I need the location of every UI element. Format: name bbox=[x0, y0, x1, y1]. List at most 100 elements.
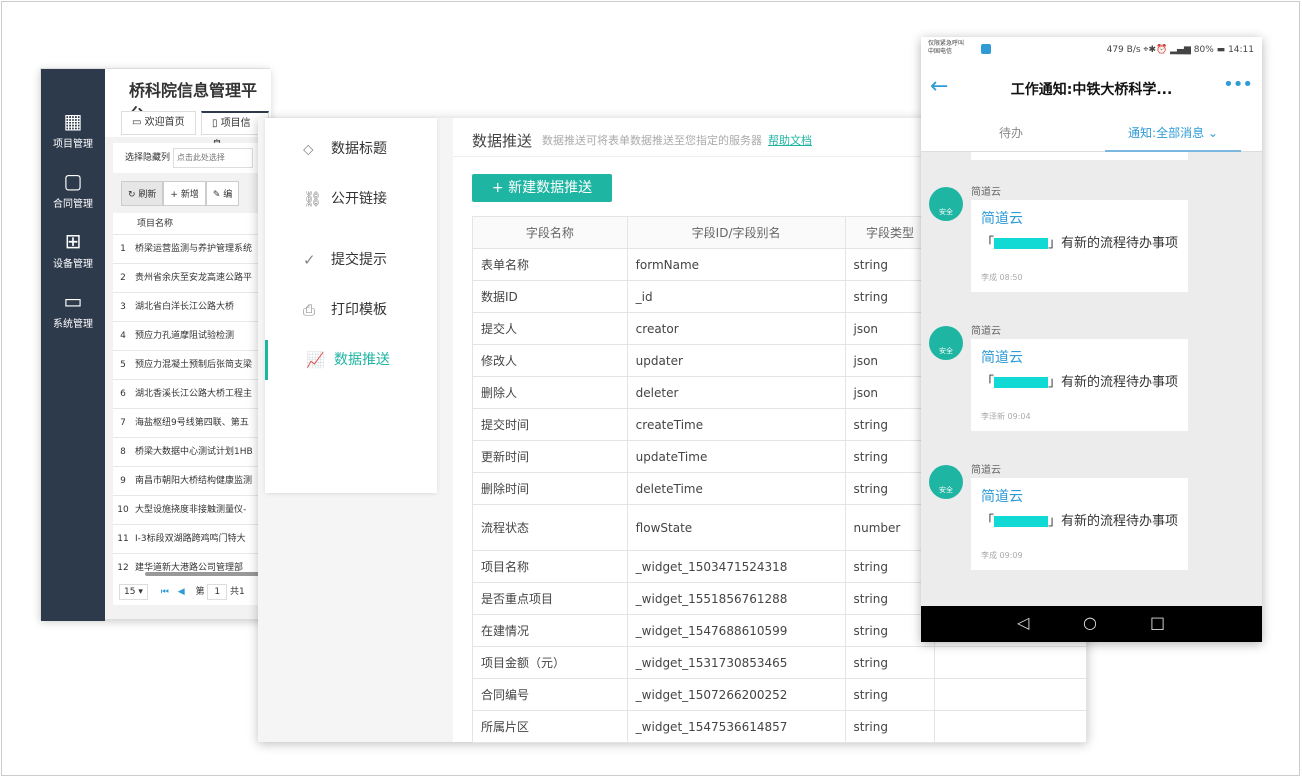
project-name: 贵州省余庆至安龙高速公路平 bbox=[135, 273, 253, 283]
field-id: updater bbox=[626, 344, 846, 377]
table-row[interactable]: 2 贵州省余庆至安龙高速公路平 bbox=[113, 264, 273, 293]
page-input[interactable]: 1 bbox=[207, 584, 228, 600]
edit-button[interactable]: ✎ 编 bbox=[205, 181, 240, 206]
message-item[interactable]: 安全 简道云 简道云 「」有新的流程待办事项 李成 08:50 bbox=[921, 187, 1262, 317]
sidebar-item-contract[interactable]: ▢ 合同管理 bbox=[41, 169, 105, 210]
column-header: 项目名称 bbox=[113, 213, 273, 235]
table-row[interactable]: 4 预应力孔道摩阻试验检测 bbox=[113, 322, 273, 351]
table-row[interactable]: 10 大型设施挠度非接触测量仪- bbox=[113, 496, 273, 525]
avatar: 安全 bbox=[929, 465, 963, 499]
project-name: Ⅰ-3标段双湖路跨鸡鸣门特大 bbox=[135, 534, 246, 544]
tab-welcome[interactable]: ▭ 欢迎首页 bbox=[121, 111, 196, 135]
table-row[interactable]: 3 湖北省白洋长江公路大桥 bbox=[113, 293, 273, 322]
add-button[interactable]: + 新增 bbox=[163, 181, 206, 206]
message-title: 简道云 bbox=[981, 489, 1023, 505]
battery-icon: ▬ bbox=[1216, 45, 1226, 55]
basket-icon: ⊞ bbox=[64, 229, 82, 253]
field-id: deleter bbox=[626, 376, 846, 409]
printer-icon: ⎙ bbox=[303, 301, 316, 319]
field-id: updateTime bbox=[626, 440, 846, 473]
hide-column-select[interactable] bbox=[172, 147, 253, 168]
field-id: createTime bbox=[626, 408, 846, 441]
table-row[interactable]: 1 桥梁运营监测与养护管理系统 bbox=[113, 235, 273, 264]
field-type: string bbox=[844, 646, 936, 679]
table-row[interactable]: 7 海盐枢纽9号线第四联、第五 bbox=[113, 409, 273, 438]
help-doc-link[interactable]: 帮助文档 bbox=[768, 134, 812, 147]
project-name: 预应力混凝土预制后张简支梁 bbox=[135, 360, 253, 370]
page-size-select[interactable]: 15 ▾ bbox=[119, 584, 148, 600]
back-triangle-icon[interactable]: ◁ bbox=[1017, 613, 1029, 632]
alarm-icon: ⏰ bbox=[1156, 45, 1168, 55]
sidebar-item-device[interactable]: ⊞ 设备管理 bbox=[41, 229, 105, 270]
first-page-icon[interactable]: ⏮ bbox=[161, 587, 169, 597]
table-row: 项目金额（元） _widget_1531730853465 string bbox=[472, 646, 1087, 679]
panel-title: 数据推送 bbox=[472, 132, 533, 150]
menu-data-push[interactable]: 📈 数据推送 bbox=[265, 340, 437, 380]
new-data-push-button[interactable]: + 新建数据推送 bbox=[472, 174, 612, 202]
recents-square-icon[interactable]: □ bbox=[1150, 613, 1165, 632]
field-id: _widget_1547688610599 bbox=[626, 614, 846, 647]
field-name: 表单名称 bbox=[472, 248, 628, 281]
app-notification-icon bbox=[981, 44, 991, 54]
sidebar-item-system[interactable]: ▭ 系统管理 bbox=[41, 289, 105, 330]
table-row[interactable]: 11 Ⅰ-3标段双湖路跨鸡鸣门特大 bbox=[113, 525, 273, 554]
sidebar-item-project[interactable]: ▦ 项目管理 bbox=[41, 109, 105, 150]
message-item[interactable]: 安全 简道云 简道云 「」有新的流程待办事项 李泽新 09:04 bbox=[921, 326, 1262, 456]
field-type: string bbox=[844, 678, 936, 711]
sender-name: 简道云 bbox=[971, 465, 1001, 476]
panel-description: 数据推送可将表单数据推送至您指定的服务器 bbox=[542, 134, 762, 147]
sender-name: 简道云 bbox=[971, 326, 1001, 337]
project-name: 桥梁大数据中心测试计划1HB bbox=[135, 447, 253, 457]
table-row[interactable]: 9 南昌市朝阳大桥结构健康监测 bbox=[113, 467, 273, 496]
field-name: 项目名称 bbox=[472, 550, 628, 583]
message-title: 简道云 bbox=[981, 350, 1023, 366]
message-card[interactable]: 简道云 「」有新的流程待办事项 李泽新 09:04 bbox=[971, 339, 1188, 431]
avatar: 安全 bbox=[929, 326, 963, 360]
admin-window: ▦项目管理 ▢合同管理 ⊞设备管理 ▭系统管理 桥科院信息管理平台 ▭ 欢迎首页… bbox=[40, 68, 273, 621]
redacted-mask bbox=[994, 238, 1049, 249]
nav-bar: ← 工作通知:中铁大桥科学... ••• bbox=[921, 66, 1262, 110]
message-meta: 李泽新 09:04 bbox=[981, 412, 1031, 421]
tag-icon: ⬦ bbox=[303, 140, 314, 158]
field-name: 流程状态 bbox=[472, 504, 628, 551]
project-name: 湖北香溪长江公路大桥工程主 bbox=[135, 389, 253, 399]
message-body: 「」有新的流程待办事项 bbox=[981, 514, 1179, 529]
menu-public-link[interactable]: ⛓ 公开链接 bbox=[265, 179, 437, 219]
message-body: 「」有新的流程待办事项 bbox=[981, 236, 1179, 251]
menu-print-template[interactable]: ⎙ 打印模板 bbox=[265, 290, 437, 330]
message-body: 「」有新的流程待办事项 bbox=[981, 375, 1179, 390]
field-type: string bbox=[844, 710, 936, 743]
menu-data-title[interactable]: ⬦ 数据标题 bbox=[265, 129, 437, 169]
chevron-down-icon: ⌄ bbox=[1207, 126, 1218, 140]
more-icon[interactable]: ••• bbox=[1223, 74, 1253, 95]
sender-name: 简道云 bbox=[971, 187, 1001, 198]
message-card[interactable]: 简道云 「」有新的流程待办事项 李成 09:09 bbox=[971, 478, 1188, 570]
field-id: _id bbox=[626, 280, 846, 313]
avatar: 安全 bbox=[929, 187, 963, 221]
field-name: 是否重点项目 bbox=[472, 582, 628, 615]
tab-todo[interactable]: 待办 bbox=[999, 124, 1023, 141]
message-card[interactable]: 简道云 「」有新的流程待办事项 李成 08:50 bbox=[971, 200, 1188, 292]
message-item[interactable]: 安全 简道云 简道云 「」有新的流程待办事项 李成 09:09 bbox=[921, 465, 1262, 595]
home-circle-icon[interactable]: ○ bbox=[1083, 613, 1097, 632]
table-row[interactable]: 8 桥梁大数据中心测试计划1HB bbox=[113, 438, 273, 467]
project-name: 预应力孔道摩阻试验检测 bbox=[135, 331, 235, 341]
status-bar: 仅限紧急呼叫 中国电信 479 B/s ⌖✱⏰ ▂▄▆ 80% ▬ 14:11 bbox=[921, 37, 1262, 66]
pager: 15 ▾ ⏮ ◀ 第 1 共1 bbox=[113, 579, 273, 605]
tab-notifications[interactable]: 通知:全部消息 ⌄ bbox=[1105, 110, 1241, 152]
field-id: flowState bbox=[626, 504, 846, 551]
field-name: 更新时间 bbox=[472, 440, 628, 473]
refresh-button[interactable]: ↻ 刷新 bbox=[121, 181, 164, 206]
menu-submit-tip[interactable]: ✓ 提交提示 bbox=[265, 240, 437, 280]
project-name: 湖北省白洋长江公路大桥 bbox=[135, 302, 235, 312]
table-row[interactable]: 6 湖北香溪长江公路大桥工程主 bbox=[113, 380, 273, 409]
calendar-icon: ▦ bbox=[63, 109, 83, 133]
project-name: 大型设施挠度非接触测量仪- bbox=[135, 505, 247, 515]
prev-page-icon[interactable]: ◀ bbox=[178, 587, 185, 597]
chart-icon: 📈 bbox=[306, 351, 325, 369]
table-row[interactable]: 5 预应力混凝土预制后张简支梁 bbox=[113, 351, 273, 380]
settings-menu: ⬦ 数据标题 ⛓ 公开链接 ✓ 提交提示 ⎙ 打印模板 📈 数据推送 bbox=[265, 118, 437, 493]
chat-title: 工作通知:中铁大桥科学... bbox=[1010, 82, 1173, 98]
col-field-name: 字段名称 bbox=[472, 216, 628, 249]
horizontal-scrollbar[interactable] bbox=[145, 572, 270, 576]
